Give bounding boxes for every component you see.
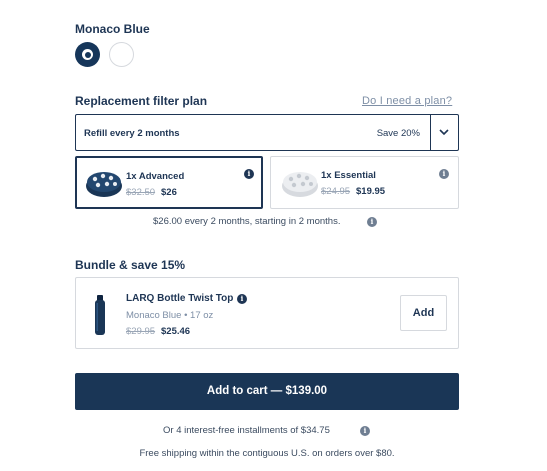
product-info-icon[interactable]: i [237, 294, 247, 304]
bundle-add-button[interactable]: Add [400, 295, 447, 331]
selected-color-name: Monaco Blue [75, 22, 150, 36]
filter-option-advanced[interactable]: 1x Advanced $32.50 $26 i [75, 156, 263, 209]
select-divider [430, 115, 431, 150]
option-new-price: $26 [161, 187, 177, 198]
bottle-image-icon [95, 295, 105, 335]
bundle-product-name: LARQ Bottle Twist Top [126, 293, 234, 304]
essential-filter-image-icon [282, 172, 318, 197]
filter-plan-heading: Replacement filter plan [75, 94, 208, 108]
bundle-card: LARQ Bottle Twist Top i Monaco Blue • 17… [75, 277, 459, 349]
option-title: 1x Essential [321, 170, 376, 181]
add-to-cart-button[interactable]: Add to cart — $139.00 [75, 373, 459, 410]
color-swatch-white[interactable] [109, 42, 134, 67]
info-icon[interactable]: i [439, 169, 449, 179]
plan-help-link[interactable]: Do I need a plan? [362, 95, 452, 107]
option-title: 1x Advanced [126, 171, 185, 182]
save-badge: Save 20% [376, 128, 420, 139]
info-icon[interactable]: i [244, 169, 254, 179]
bundle-heading: Bundle & save 15% [75, 258, 186, 272]
installments-text: Or 4 interest-free installments of $34.7… [163, 425, 330, 436]
bundle-product-variant: Monaco Blue • 17 oz [126, 310, 214, 321]
refill-frequency-value: Refill every 2 months [84, 128, 180, 139]
advanced-filter-image-icon [86, 172, 122, 197]
bundle-new-price: $25.46 [161, 326, 191, 337]
filter-option-essential[interactable]: 1x Essential $24.95 $19.95 i [270, 156, 459, 209]
installments-info-icon[interactable]: i [360, 426, 370, 436]
shipping-note: Free shipping within the contiguous U.S.… [139, 448, 395, 459]
option-new-price: $19.95 [356, 186, 386, 197]
schedule-info-icon[interactable]: i [367, 217, 377, 227]
bundle-old-price: $29.95 [126, 326, 156, 337]
chevron-down-icon [439, 129, 449, 136]
refill-frequency-select[interactable]: Refill every 2 months Save 20% [75, 114, 459, 151]
option-old-price: $24.95 [321, 186, 351, 197]
plan-schedule-text: $26.00 every 2 months, starting in 2 mon… [153, 216, 341, 227]
color-swatch-monaco-blue[interactable] [75, 42, 100, 67]
option-old-price: $32.50 [126, 187, 156, 198]
